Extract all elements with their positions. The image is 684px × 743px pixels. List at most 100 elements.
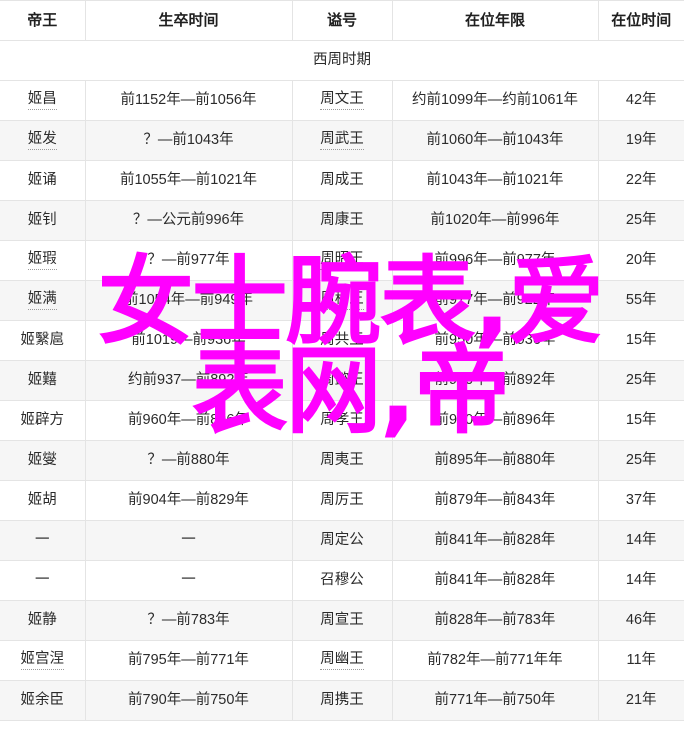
cell-lifespan: 前904年—前829年 xyxy=(85,480,293,521)
table-row: 姬昌 前1152年—前1056年 周文王 约前1099年—约前1061年 42年 xyxy=(0,80,684,121)
table-row: 姬满 前1054年—前949年 周穆王 前977年—前922年 55年 xyxy=(0,280,684,321)
cell-reign-period: 前1060年—前1043年 xyxy=(392,120,599,161)
cell-reign-years: 25年 xyxy=(598,200,684,241)
cell-emperor-name: 姬囏 xyxy=(0,360,86,401)
cell-lifespan: ？—公元前996年 xyxy=(85,200,293,241)
cell-posthumous-name[interactable]: 周昭王 xyxy=(292,240,393,281)
cell-emperor-name: 姬诵 xyxy=(0,160,86,201)
cell-emperor-name: 姬钊 xyxy=(0,200,86,241)
cell-reign-years: 19年 xyxy=(598,120,684,161)
cell-reign-years: 42年 xyxy=(598,80,684,121)
cell-posthumous-name[interactable]: 周穆王 xyxy=(292,280,393,321)
cell-emperor-name: 姬燮 xyxy=(0,440,86,481)
cell-lifespan: 前960年—前896年 xyxy=(85,400,293,441)
cell-posthumous-name: 周厉王 xyxy=(292,480,393,521)
cell-posthumous-name-link[interactable]: 周文王 xyxy=(320,91,364,111)
cell-reign-period: 前977年—前922年 xyxy=(392,280,599,321)
cell-reign-years: 21年 xyxy=(598,680,684,721)
column-header-reign-period: 在位时间 xyxy=(598,0,684,41)
cell-emperor-name: 姬繄扈 xyxy=(0,320,86,361)
cell-reign-years: 14年 xyxy=(598,520,684,561)
cell-lifespan: 前790年—前750年 xyxy=(85,680,293,721)
cell-emperor-name: 一 xyxy=(0,560,86,601)
cell-reign-period: 前828年—前783年 xyxy=(392,600,599,641)
cell-lifespan: ？—前1043年 xyxy=(85,120,293,161)
section-header-row: 西周时期 xyxy=(0,40,684,81)
cell-emperor-name-link[interactable]: 姬满 xyxy=(27,291,57,311)
table-row: 姬胡 前904年—前829年 周厉王 前879年—前843年 37年 xyxy=(0,480,684,521)
cell-posthumous-name[interactable]: 周武王 xyxy=(292,120,393,161)
cell-posthumous-name-link[interactable]: 周穆王 xyxy=(320,291,364,311)
table-row: 姬繄扈 前1019—前936年 周共王 前950年—前936年 15年 xyxy=(0,320,684,361)
cell-reign-period: 前950年—前936年 xyxy=(392,320,599,361)
cell-emperor-name: 姬静 xyxy=(0,600,86,641)
table-row: 姬诵 前1055年—前1021年 周成王 前1043年—前1021年 22年 xyxy=(0,160,684,201)
cell-posthumous-name: 周宣王 xyxy=(292,600,393,641)
table-row: 姬余臣 前790年—前750年 周携王 前771年—前750年 21年 xyxy=(0,680,684,721)
cell-posthumous-name: 周康王 xyxy=(292,200,393,241)
cell-emperor-name-link[interactable]: 姬瑕 xyxy=(27,251,57,271)
section-label: 西周时期 xyxy=(0,40,684,81)
cell-lifespan: 前795年—前771年 xyxy=(85,640,293,681)
cell-posthumous-name[interactable]: 周幽王 xyxy=(292,640,393,681)
cell-reign-years: 25年 xyxy=(598,360,684,401)
cell-lifespan: 约前937—前892年 xyxy=(85,360,293,401)
table-row: 姬钊 ？—公元前996年 周康王 前1020年—前996年 25年 xyxy=(0,200,684,241)
cell-reign-years: 15年 xyxy=(598,400,684,441)
cell-emperor-name[interactable]: 姬发 xyxy=(0,120,86,161)
table-row: 姬发 ？—前1043年 周武王 前1060年—前1043年 19年 xyxy=(0,120,684,161)
table-row: 一一召穆公 前841年—前828年 14年 xyxy=(0,560,684,601)
cell-emperor-name[interactable]: 姬昌 xyxy=(0,80,86,121)
cell-reign-years: 25年 xyxy=(598,440,684,481)
table-row: 姬静 ？—前783年 周宣王 前828年—前783年 46年 xyxy=(0,600,684,641)
cell-posthumous-name: 周成王 xyxy=(292,160,393,201)
table-body: 西周时期 姬昌 前1152年—前1056年 周文王 约前1099年—约前1061年 42… xyxy=(0,40,684,721)
cell-emperor-name[interactable]: 姬瑕 xyxy=(0,240,86,281)
table-row: 姬燮 ？—前880年 周夷王 前895年—前880年 25年 xyxy=(0,440,684,481)
cell-posthumous-name: 周懿王 xyxy=(292,360,393,401)
cell-posthumous-name-link[interactable]: 周幽王 xyxy=(320,651,364,671)
cell-emperor-name: 一 xyxy=(0,520,86,561)
cell-lifespan: ？—前977年 xyxy=(85,240,293,281)
cell-emperor-name-link[interactable]: 姬昌 xyxy=(27,91,57,111)
cell-posthumous-name: 周定公 xyxy=(292,520,393,561)
cell-reign-years: 20年 xyxy=(598,240,684,281)
cell-posthumous-name-link[interactable]: 周昭王 xyxy=(320,251,364,271)
cell-reign-period: 前900年—前892年 xyxy=(392,360,599,401)
cell-posthumous-name: 周共王 xyxy=(292,320,393,361)
cell-posthumous-name-link[interactable]: 周武王 xyxy=(320,131,364,151)
table-row: 姬瑕 ？—前977年 周昭王 前996年—前977年 20年 xyxy=(0,240,684,281)
cell-reign-period: 前841年—前828年 xyxy=(392,520,599,561)
cell-reign-period: 前910年—前896年 xyxy=(392,400,599,441)
cell-lifespan: 前1054年—前949年 xyxy=(85,280,293,321)
cell-reign-years: 22年 xyxy=(598,160,684,201)
cell-reign-period: 前771年—前750年 xyxy=(392,680,599,721)
cell-emperor-name[interactable]: 姬满 xyxy=(0,280,86,321)
cell-reign-years: 15年 xyxy=(598,320,684,361)
table-header: 帝王 生卒时间 谥号 在位年限 在位时间 xyxy=(0,0,684,41)
cell-posthumous-name: 周携王 xyxy=(292,680,393,721)
cell-reign-period: 前996年—前977年 xyxy=(392,240,599,281)
cell-posthumous-name[interactable]: 周文王 xyxy=(292,80,393,121)
cell-lifespan: ？—前880年 xyxy=(85,440,293,481)
cell-lifespan: 一 xyxy=(85,520,293,561)
cell-lifespan: 一 xyxy=(85,560,293,601)
cell-reign-years: 37年 xyxy=(598,480,684,521)
cell-reign-period: 前841年—前828年 xyxy=(392,560,599,601)
cell-posthumous-name: 周孝王 xyxy=(292,400,393,441)
cell-reign-period: 前1020年—前996年 xyxy=(392,200,599,241)
cell-reign-years: 14年 xyxy=(598,560,684,601)
cell-reign-period: 前1043年—前1021年 xyxy=(392,160,599,201)
cell-lifespan: ？—前783年 xyxy=(85,600,293,641)
cell-reign-period: 约前1099年—约前1061年 xyxy=(392,80,599,121)
cell-emperor-name-link[interactable]: 姬发 xyxy=(27,131,57,151)
cell-emperor-name[interactable]: 姬宫涅 xyxy=(0,640,86,681)
cell-emperor-name-link[interactable]: 姬宫涅 xyxy=(20,651,64,671)
column-header-reign-duration: 在位年限 xyxy=(392,0,599,41)
emperor-table-container: 帝王 生卒时间 谥号 在位年限 在位时间 西周时期 姬昌 前1152年—前1056… xyxy=(0,0,684,743)
cell-emperor-name: 姬胡 xyxy=(0,480,86,521)
table-row: 姬宫涅 前795年—前771年 周幽王 前782年—前771年年 11年 xyxy=(0,640,684,681)
cell-reign-period: 前782年—前771年年 xyxy=(392,640,599,681)
cell-posthumous-name: 召穆公 xyxy=(292,560,393,601)
cell-emperor-name: 姬辟方 xyxy=(0,400,86,441)
